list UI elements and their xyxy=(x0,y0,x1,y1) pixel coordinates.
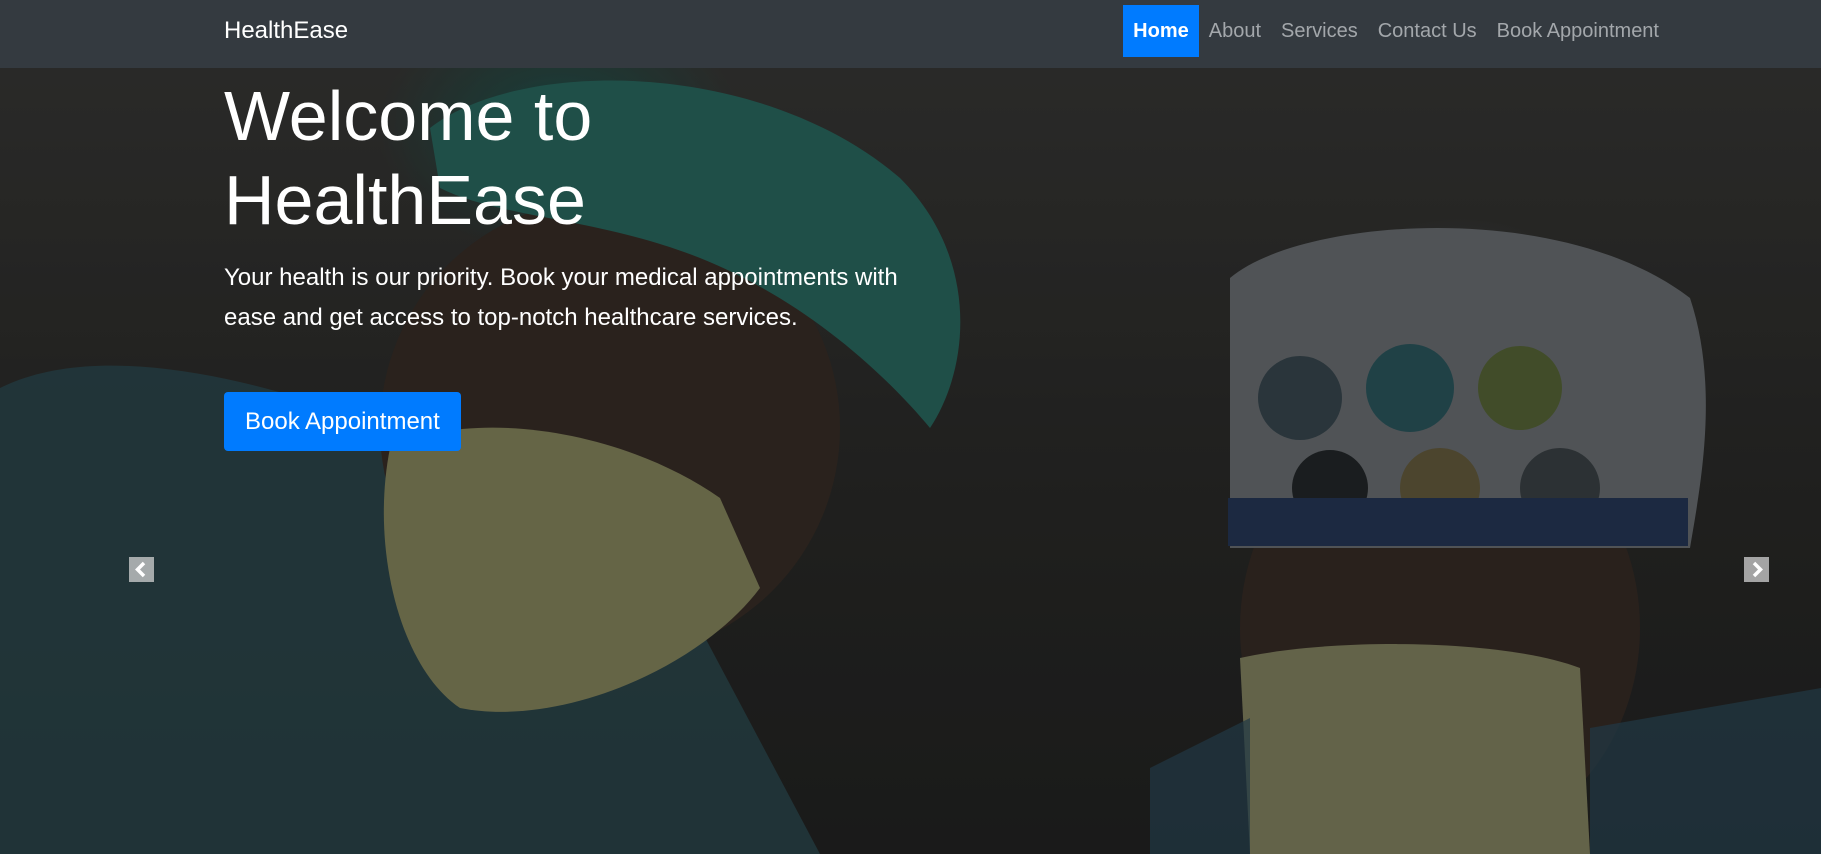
navbar: HealthEase Home About Services Contact U… xyxy=(0,0,1821,68)
book-appointment-button[interactable]: Book Appointment xyxy=(224,392,461,451)
hero-content: Welcome to HealthEase Your health is our… xyxy=(224,74,984,451)
chevron-left-icon xyxy=(135,561,146,578)
nav-link-services[interactable]: Services xyxy=(1271,5,1368,57)
nav-link-contact-us[interactable]: Contact Us xyxy=(1368,5,1487,57)
nav-link-home[interactable]: Home xyxy=(1123,5,1199,57)
hero-subtitle: Your health is our priority. Book your m… xyxy=(224,264,898,331)
hero-title: Welcome to HealthEase xyxy=(224,77,593,239)
nav-link-about[interactable]: About xyxy=(1199,5,1271,57)
chevron-right-icon xyxy=(1752,561,1763,578)
nav-links: Home About Services Contact Us Book Appo… xyxy=(1123,5,1669,57)
carousel-prev-button[interactable] xyxy=(129,557,154,582)
carousel-next-button[interactable] xyxy=(1744,557,1769,582)
brand-logo-link[interactable]: HealthEase xyxy=(224,17,348,45)
hero-carousel: Welcome to HealthEase Your health is our… xyxy=(0,68,1821,854)
nav-link-book-appointment[interactable]: Book Appointment xyxy=(1487,5,1669,57)
